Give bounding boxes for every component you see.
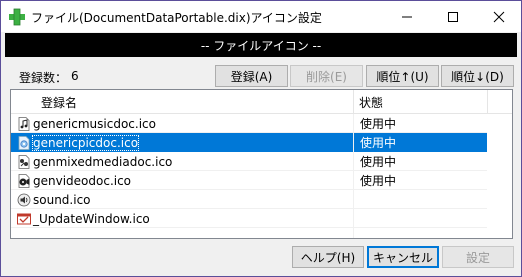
- register-button[interactable]: 登録(A): [215, 65, 288, 87]
- music-doc-icon: [18, 116, 30, 131]
- maximize-icon: [447, 11, 458, 22]
- row-name-cell: genericmusicdoc.ico: [11, 114, 353, 133]
- row-name: _UpdateWindow.ico: [33, 211, 150, 226]
- column-divider[interactable]: [353, 90, 354, 114]
- icon-list[interactable]: 登録名 状態 genericmusicdoc.ico 使用中 genericpi…: [10, 89, 513, 239]
- order-down-button[interactable]: 順位↓(D): [441, 65, 514, 87]
- order-up-button[interactable]: 順位↑(U): [366, 65, 439, 87]
- picture-doc-icon: [18, 135, 30, 150]
- minimize-icon: [401, 16, 412, 17]
- close-icon: [493, 11, 504, 22]
- row-name: genmixedmediadoc.ico: [33, 154, 173, 169]
- row-name: genvideodoc.ico: [33, 173, 132, 188]
- row-status: 使用中: [353, 171, 487, 190]
- row-name: genericpicdoc.ico: [31, 134, 140, 151]
- help-button[interactable]: ヘルプ(H): [292, 246, 364, 268]
- column-header-status[interactable]: 状態: [359, 90, 383, 114]
- row-name-cell: sound.ico: [11, 190, 353, 209]
- row-status: 使用中: [353, 133, 487, 152]
- list-item[interactable]: _UpdateWindow.ico: [11, 209, 512, 228]
- maximize-button[interactable]: [430, 1, 475, 32]
- list-item[interactable]: genericmusicdoc.ico 使用中: [11, 114, 512, 133]
- title-bar[interactable]: ファイル(DocumentDataPortable.dix)アイコン設定: [1, 1, 521, 32]
- delete-button[interactable]: 削除(E): [290, 65, 363, 87]
- list-item[interactable]: sound.ico: [11, 190, 512, 209]
- window-title: ファイル(DocumentDataPortable.dix)アイコン設定: [31, 11, 322, 25]
- row-status: 使用中: [353, 114, 487, 133]
- row-name-cell: genericpicdoc.ico: [11, 133, 353, 152]
- count-label: 登録数：: [19, 71, 68, 85]
- row-name-cell: _UpdateWindow.ico: [11, 209, 353, 228]
- row-name-cell: genvideodoc.ico: [11, 171, 353, 190]
- row-name: genericmusicdoc.ico: [33, 116, 156, 131]
- column-divider[interactable]: [487, 90, 488, 114]
- list-item-empty: [11, 228, 512, 238]
- column-header-name[interactable]: 登録名: [41, 90, 77, 114]
- apply-button[interactable]: 設定: [442, 246, 514, 268]
- row-status: [353, 209, 487, 228]
- list-rows: genericmusicdoc.ico 使用中 genericpicdoc.ic…: [11, 114, 512, 238]
- row-name-cell: genmixedmediadoc.ico: [11, 152, 353, 171]
- update-window-icon: [17, 213, 31, 224]
- mixed-media-doc-icon: [18, 154, 30, 169]
- list-header: 登録名 状態: [11, 90, 512, 114]
- count-value: 6: [71, 69, 79, 83]
- video-doc-icon: [18, 173, 30, 188]
- row-status: [353, 190, 487, 209]
- close-button[interactable]: [476, 1, 521, 32]
- row-name: sound.ico: [33, 192, 91, 207]
- row-status-empty: [353, 228, 487, 238]
- dialog-window: ファイル(DocumentDataPortable.dix)アイコン設定 -- …: [0, 0, 522, 277]
- list-item[interactable]: genericpicdoc.ico 使用中: [11, 133, 512, 152]
- plus-app-icon: [9, 8, 25, 26]
- minimize-button[interactable]: [384, 1, 429, 32]
- list-item[interactable]: genmixedmediadoc.ico 使用中: [11, 152, 512, 171]
- sound-icon: [17, 193, 31, 206]
- section-header-band: -- ファイルアイコン --: [5, 33, 517, 57]
- cancel-button[interactable]: キャンセル: [367, 246, 439, 268]
- row-status: 使用中: [353, 152, 487, 171]
- list-item[interactable]: genvideodoc.ico 使用中: [11, 171, 512, 190]
